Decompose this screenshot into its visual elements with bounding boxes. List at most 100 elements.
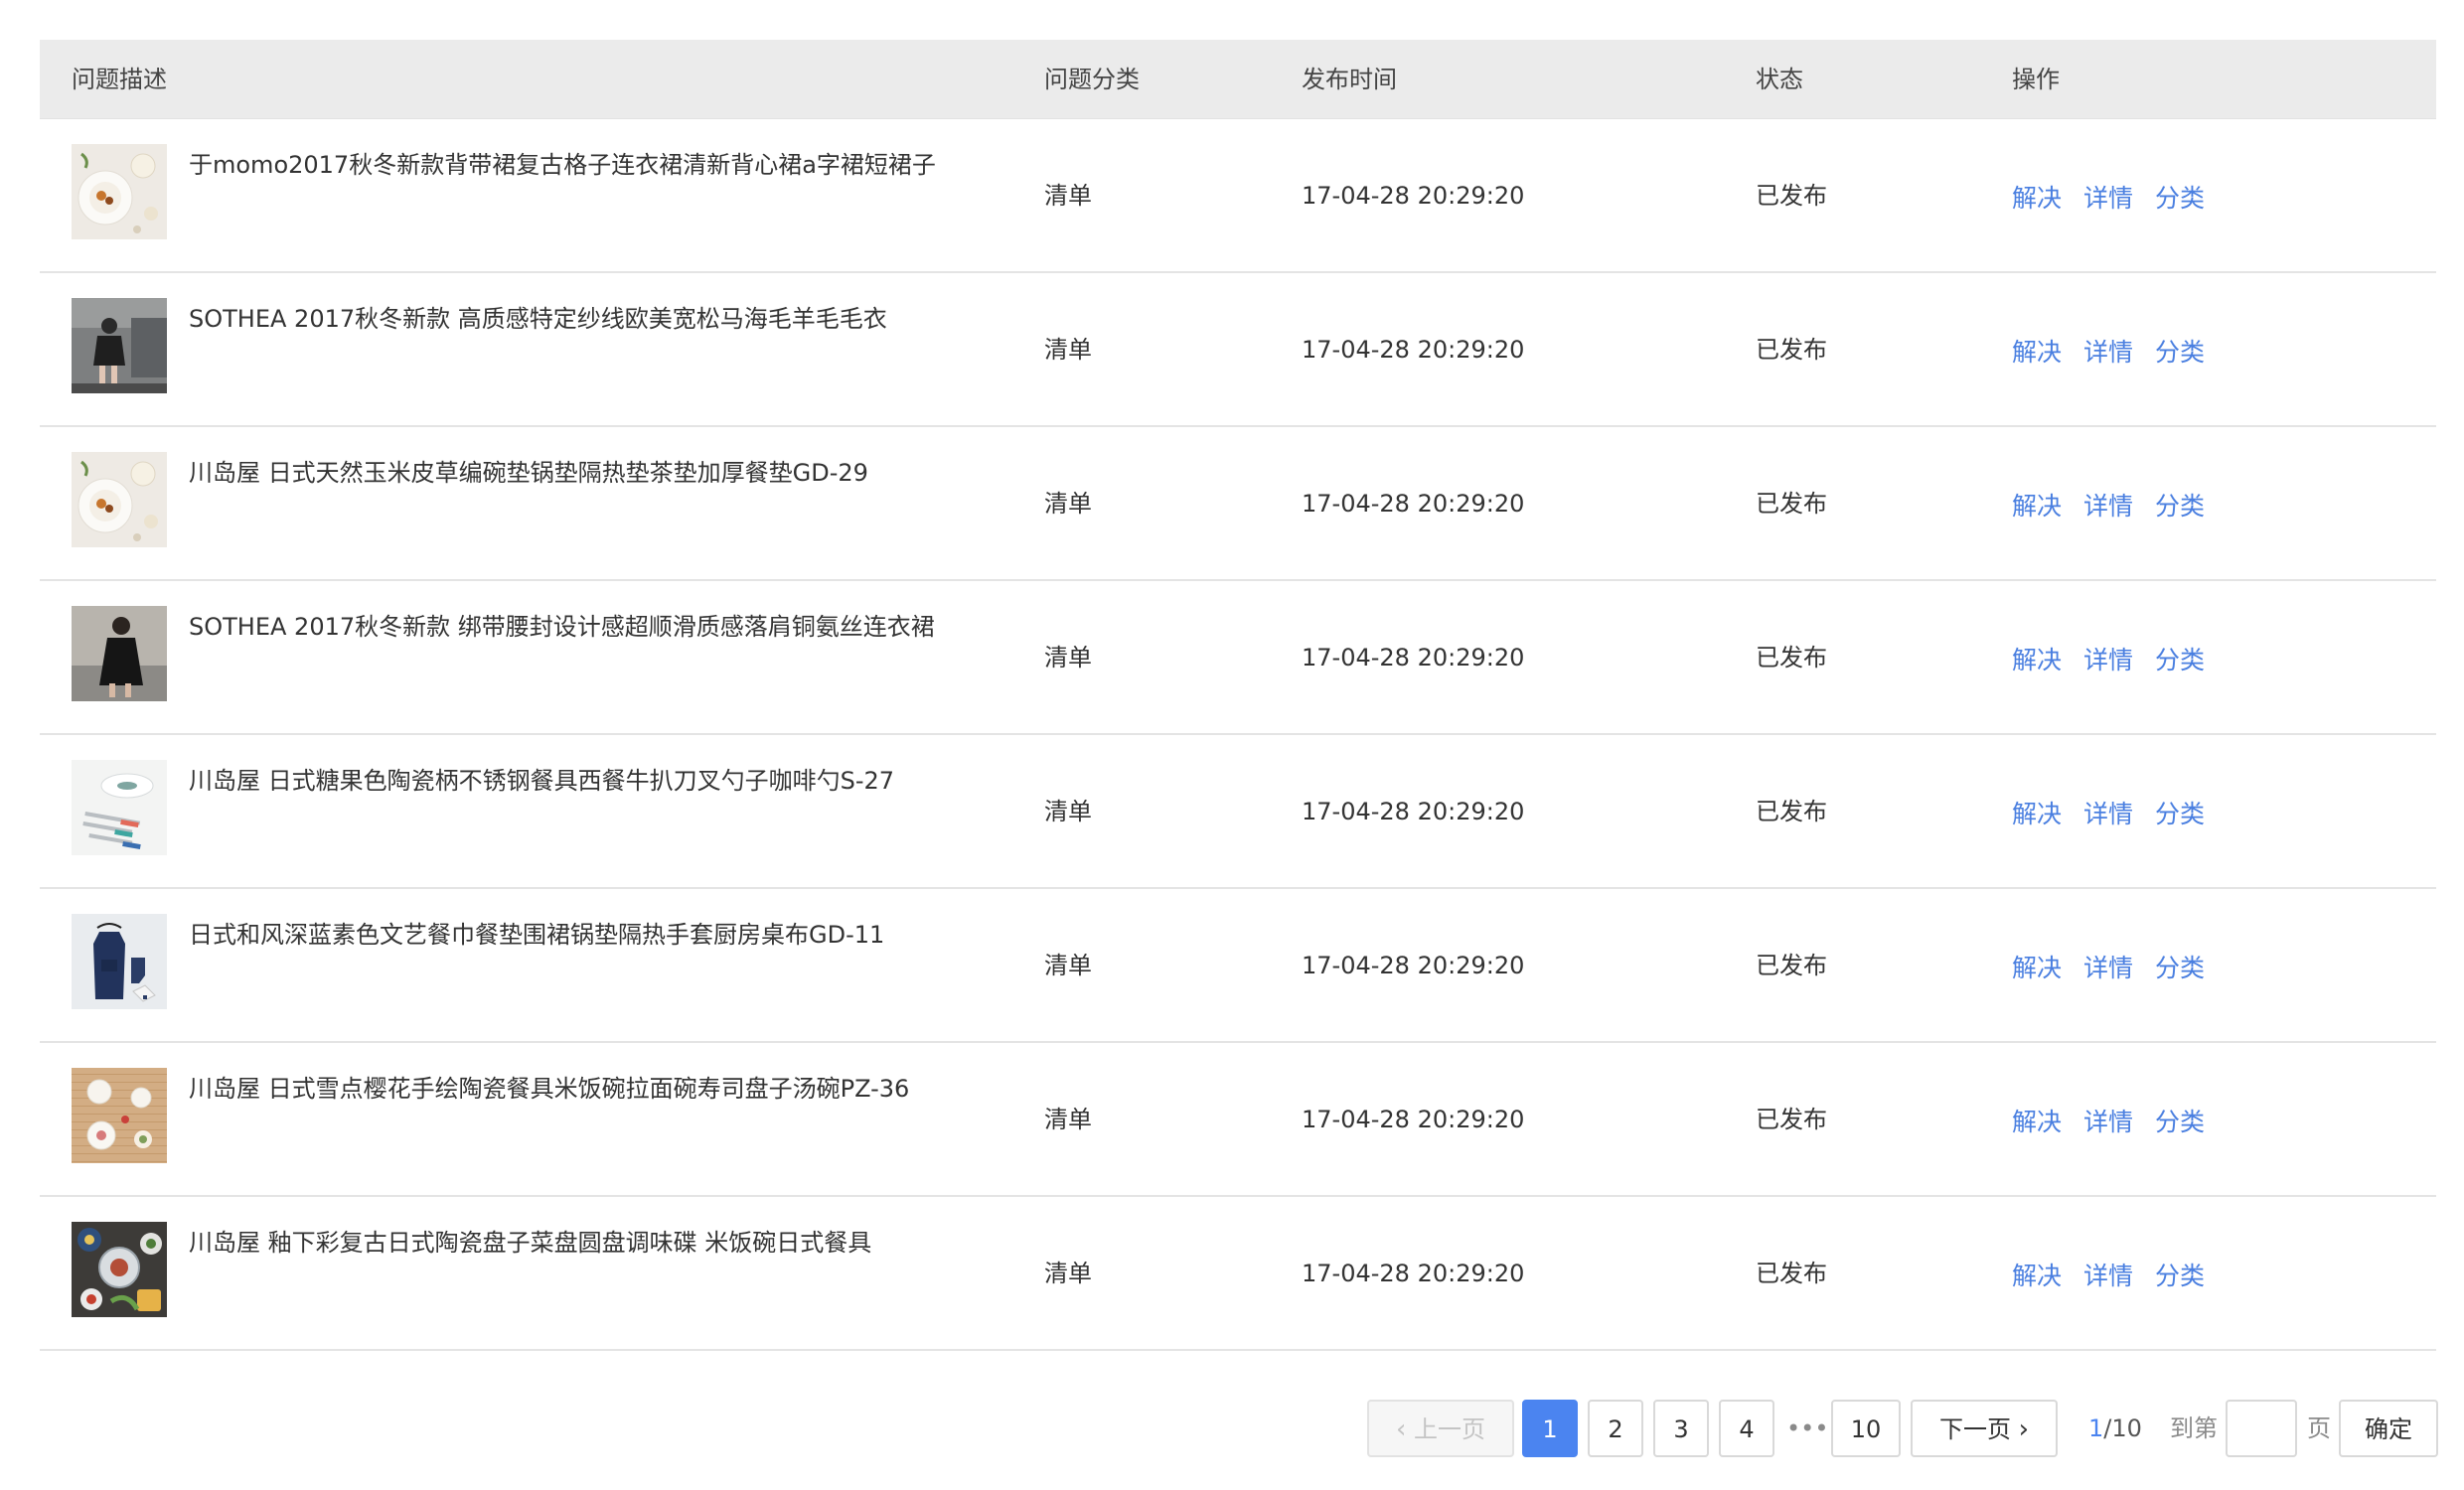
question-title[interactable]: SOTHEA 2017秋冬新款 绑带腰封设计感超顺滑质感落肩铜氨丝连衣裙 bbox=[189, 607, 935, 642]
classify-link[interactable]: 分类 bbox=[2155, 273, 2205, 427]
question-category: 清单 bbox=[1044, 798, 1092, 825]
question-title[interactable]: SOTHEA 2017秋冬新款 高质感特定纱线欧美宽松马海毛羊毛毛衣 bbox=[189, 299, 887, 334]
page-button-10[interactable]: 10 bbox=[1831, 1400, 1901, 1457]
publish-time: 17-04-28 20:29:20 bbox=[1302, 644, 1525, 671]
plates-photo-icon bbox=[72, 1222, 167, 1317]
publish-time: 17-04-28 20:29:20 bbox=[1302, 490, 1525, 518]
page-button-3[interactable]: 3 bbox=[1653, 1400, 1709, 1457]
status-text: 已发布 bbox=[1756, 644, 1827, 671]
goto-page-input[interactable] bbox=[2226, 1400, 2297, 1457]
resolve-link[interactable]: 解决 bbox=[2012, 1043, 2062, 1197]
detail-link[interactable]: 详情 bbox=[2083, 889, 2133, 1043]
question-category: 清单 bbox=[1044, 1106, 1092, 1133]
resolve-link[interactable]: 解决 bbox=[2012, 273, 2062, 427]
status-text: 已发布 bbox=[1756, 1106, 1827, 1133]
page-unit-label: 页 bbox=[2307, 1415, 2331, 1442]
question-table: 问题描述 问题分类 发布时间 状态 操作 于momo2017秋冬新款背带裙复古格… bbox=[40, 40, 2436, 1351]
question-title[interactable]: 川岛屋 釉下彩复古日式陶瓷盘子菜盘圆盘调味碟 米饭碗日式餐具 bbox=[189, 1223, 871, 1258]
cutlery-photo-icon bbox=[72, 760, 167, 855]
ellipsis-icon[interactable]: ••• bbox=[1786, 1400, 1828, 1457]
table-row: 日式和风深蓝素色文艺餐巾餐垫围裙锅垫隔热手套厨房桌布GD-11 清单 17-04… bbox=[40, 889, 2436, 1043]
question-category: 清单 bbox=[1044, 490, 1092, 518]
table-row: 川岛屋 日式糖果色陶瓷柄不锈钢餐具西餐牛扒刀叉勺子咖啡勺S-27 清单 17-0… bbox=[40, 735, 2436, 889]
classify-link[interactable]: 分类 bbox=[2155, 735, 2205, 889]
page-button-1[interactable]: 1 bbox=[1522, 1400, 1578, 1457]
table-row: 川岛屋 釉下彩复古日式陶瓷盘子菜盘圆盘调味碟 米饭碗日式餐具 清单 17-04-… bbox=[40, 1197, 2436, 1351]
question-title[interactable]: 川岛屋 日式糖果色陶瓷柄不锈钢餐具西餐牛扒刀叉勺子咖啡勺S-27 bbox=[189, 761, 894, 796]
current-page-number: 1 bbox=[2088, 1415, 2104, 1442]
table-row: SOTHEA 2017秋冬新款 高质感特定纱线欧美宽松马海毛羊毛毛衣 清单 17… bbox=[40, 273, 2436, 427]
detail-link[interactable]: 详情 bbox=[2083, 1043, 2133, 1197]
next-page-label: 下一页 bbox=[1938, 1416, 2011, 1443]
page-button-4[interactable]: 4 bbox=[1719, 1400, 1774, 1457]
question-title[interactable]: 于momo2017秋冬新款背带裙复古格子连衣裙清新背心裙a字裙短裙子 bbox=[189, 145, 936, 180]
fashion-photo-icon bbox=[72, 298, 167, 393]
detail-link[interactable]: 详情 bbox=[2083, 427, 2133, 581]
publish-time: 17-04-28 20:29:20 bbox=[1302, 798, 1525, 825]
product-thumbnail[interactable] bbox=[72, 1068, 167, 1163]
chevron-left-icon: ‹ bbox=[1395, 1415, 1407, 1444]
status-text: 已发布 bbox=[1756, 490, 1827, 518]
header-time: 发布时间 bbox=[1302, 66, 1397, 93]
detail-link[interactable]: 详情 bbox=[2083, 1197, 2133, 1351]
classify-link[interactable]: 分类 bbox=[2155, 119, 2205, 273]
table-row: SOTHEA 2017秋冬新款 绑带腰封设计感超顺滑质感落肩铜氨丝连衣裙 清单 … bbox=[40, 581, 2436, 735]
confirm-button[interactable]: 确定 bbox=[2339, 1400, 2438, 1457]
publish-time: 17-04-28 20:29:20 bbox=[1302, 952, 1525, 979]
publish-time: 17-04-28 20:29:20 bbox=[1302, 1260, 1525, 1287]
question-category: 清单 bbox=[1044, 952, 1092, 979]
dishes-photo-icon bbox=[72, 1068, 167, 1163]
apron-photo-icon bbox=[72, 914, 167, 1009]
detail-link[interactable]: 详情 bbox=[2083, 273, 2133, 427]
detail-link[interactable]: 详情 bbox=[2083, 581, 2133, 735]
product-thumbnail[interactable] bbox=[72, 606, 167, 701]
question-category: 清单 bbox=[1044, 182, 1092, 210]
publish-time: 17-04-28 20:29:20 bbox=[1302, 336, 1525, 364]
table-row: 于momo2017秋冬新款背带裙复古格子连衣裙清新背心裙a字裙短裙子 清单 17… bbox=[40, 119, 2436, 273]
next-page-button[interactable]: 下一页 › bbox=[1911, 1400, 2058, 1457]
classify-link[interactable]: 分类 bbox=[2155, 889, 2205, 1043]
classify-link[interactable]: 分类 bbox=[2155, 1043, 2205, 1197]
page-indicator: 1/10 bbox=[2088, 1400, 2142, 1457]
pagination: ‹ 上一页 1 2 3 4 ••• 10 下一页 › 1/10 到第 页 确定 bbox=[0, 1400, 2464, 1457]
goto-label: 到第 bbox=[2170, 1415, 2218, 1442]
publish-time: 17-04-28 20:29:20 bbox=[1302, 1106, 1525, 1133]
status-text: 已发布 bbox=[1756, 336, 1827, 364]
question-category: 清单 bbox=[1044, 336, 1092, 364]
product-thumbnail[interactable] bbox=[72, 144, 167, 239]
question-category: 清单 bbox=[1044, 644, 1092, 671]
question-title[interactable]: 川岛屋 日式雪点樱花手绘陶瓷餐具米饭碗拉面碗寿司盘子汤碗PZ-36 bbox=[189, 1069, 909, 1104]
prev-page-button[interactable]: ‹ 上一页 bbox=[1367, 1400, 1514, 1457]
chevron-right-icon: › bbox=[2018, 1415, 2030, 1444]
product-thumbnail[interactable] bbox=[72, 760, 167, 855]
resolve-link[interactable]: 解决 bbox=[2012, 1197, 2062, 1351]
product-thumbnail[interactable] bbox=[72, 914, 167, 1009]
detail-link[interactable]: 详情 bbox=[2083, 119, 2133, 273]
resolve-link[interactable]: 解决 bbox=[2012, 581, 2062, 735]
classify-link[interactable]: 分类 bbox=[2155, 581, 2205, 735]
resolve-link[interactable]: 解决 bbox=[2012, 735, 2062, 889]
resolve-link[interactable]: 解决 bbox=[2012, 427, 2062, 581]
status-text: 已发布 bbox=[1756, 952, 1827, 979]
classify-link[interactable]: 分类 bbox=[2155, 427, 2205, 581]
total-pages: /10 bbox=[2103, 1415, 2142, 1442]
detail-link[interactable]: 详情 bbox=[2083, 735, 2133, 889]
question-title[interactable]: 川岛屋 日式天然玉米皮草编碗垫锅垫隔热垫茶垫加厚餐垫GD-29 bbox=[189, 453, 868, 488]
product-thumbnail[interactable] bbox=[72, 1222, 167, 1317]
publish-time: 17-04-28 20:29:20 bbox=[1302, 182, 1525, 210]
page-button-2[interactable]: 2 bbox=[1588, 1400, 1643, 1457]
header-status: 状态 bbox=[1756, 66, 1803, 93]
resolve-link[interactable]: 解决 bbox=[2012, 119, 2062, 273]
resolve-link[interactable]: 解决 bbox=[2012, 889, 2062, 1043]
classify-link[interactable]: 分类 bbox=[2155, 1197, 2205, 1351]
header-description: 问题描述 bbox=[72, 66, 167, 93]
product-thumbnail[interactable] bbox=[72, 298, 167, 393]
tableware-photo-icon bbox=[72, 452, 167, 547]
table-header: 问题描述 问题分类 发布时间 状态 操作 bbox=[40, 40, 2436, 119]
table-row: 川岛屋 日式雪点樱花手绘陶瓷餐具米饭碗拉面碗寿司盘子汤碗PZ-36 清单 17-… bbox=[40, 1043, 2436, 1197]
product-thumbnail[interactable] bbox=[72, 452, 167, 547]
table-row: 川岛屋 日式天然玉米皮草编碗垫锅垫隔热垫茶垫加厚餐垫GD-29 清单 17-04… bbox=[40, 427, 2436, 581]
question-title[interactable]: 日式和风深蓝素色文艺餐巾餐垫围裙锅垫隔热手套厨房桌布GD-11 bbox=[189, 915, 884, 950]
prev-page-label: 上一页 bbox=[1414, 1416, 1486, 1443]
header-actions: 操作 bbox=[2012, 66, 2060, 93]
